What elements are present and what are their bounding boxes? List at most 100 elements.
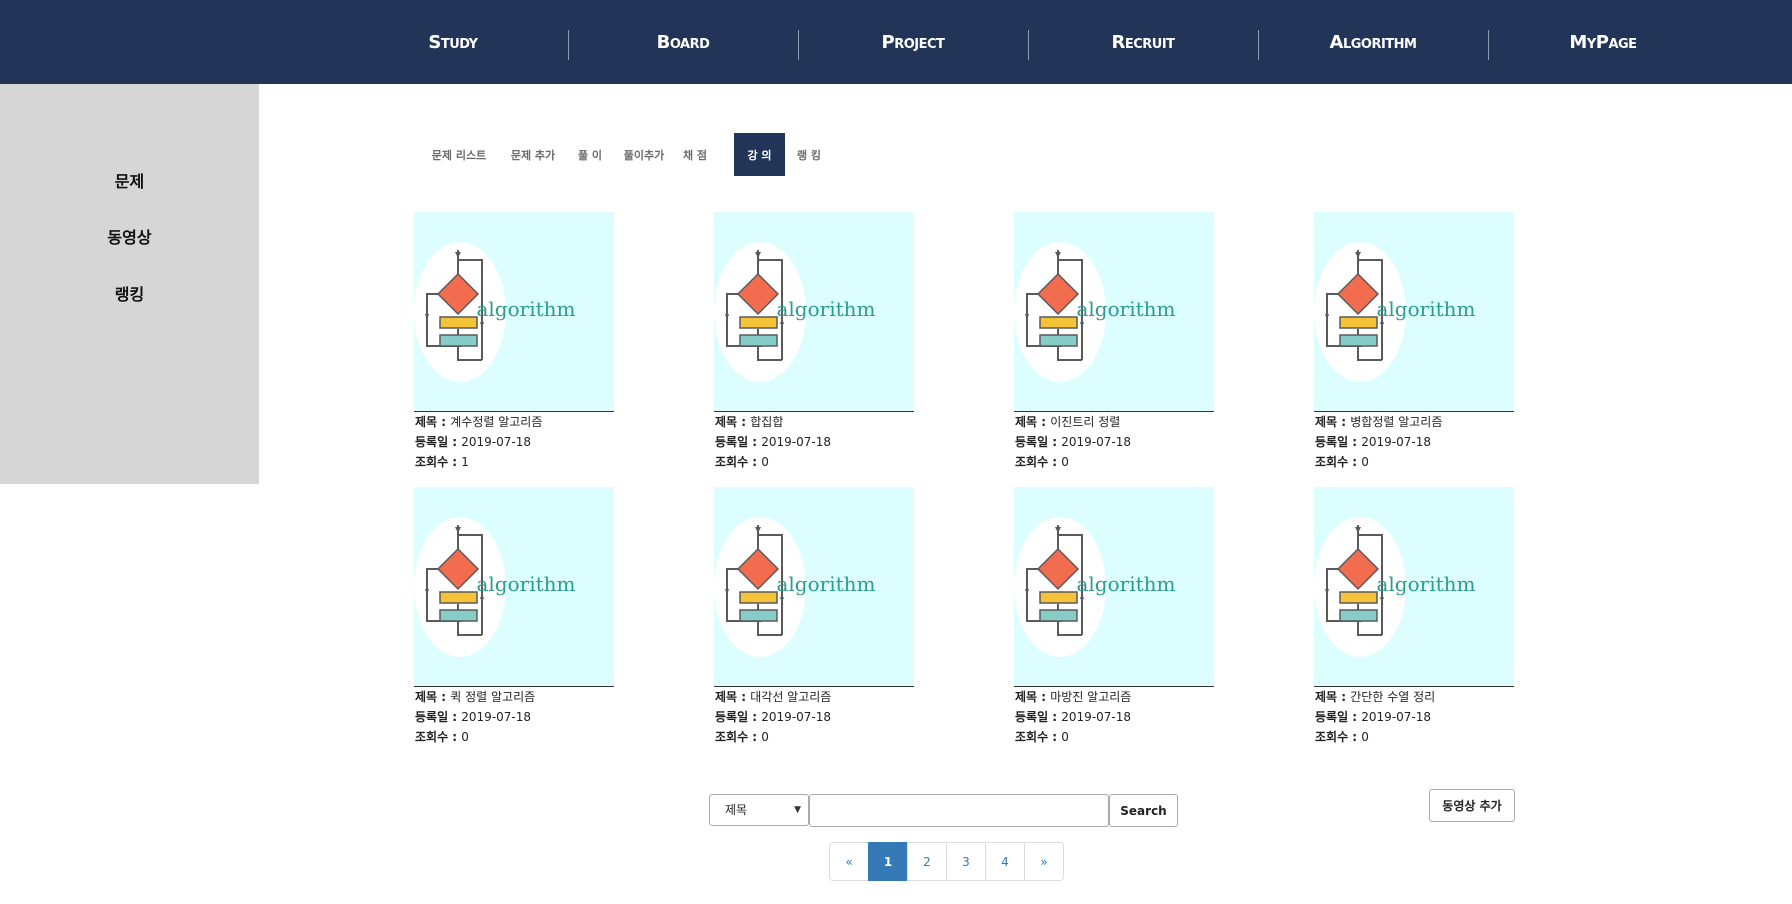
lecture-date-line: 등록일 : 2019-07-18 [714,707,916,727]
date-label: 등록일 : [1315,710,1362,724]
title-label: 제목 : [415,690,451,704]
left-sidebar: 문제 동영상 랭킹 [0,84,259,484]
pagination-page[interactable]: 4 [985,842,1025,881]
lecture-date-line: 등록일 : 2019-07-18 [414,707,616,727]
pagination-page[interactable]: 2 [907,842,947,881]
nav-item-mypage[interactable]: MyPage [1488,0,1718,84]
views-label: 조회수 : [1015,455,1062,469]
lecture-title-line: 제목 : 마방진 알고리즘 [1014,687,1216,707]
lecture-date: 2019-07-18 [1361,710,1432,724]
lecture-views: 0 [1061,455,1069,469]
lecture-card[interactable]: algorithm 제목 : 병합정렬 알고리즘 등록일 : 2019-07-1… [1314,212,1516,472]
title-label: 제목 : [415,415,451,429]
lecture-card[interactable]: algorithm 제목 : 합집합 등록일 : 2019-07-18 조회수 … [714,212,916,472]
lecture-card[interactable]: algorithm 제목 : 간단한 수열 정리 등록일 : 2019-07-1… [1314,487,1516,747]
title-label: 제목 : [1015,690,1051,704]
lecture-views: 1 [461,455,469,469]
algorithm-illustration: algorithm [714,517,876,657]
lecture-date: 2019-07-18 [461,710,532,724]
lecture-title-line: 제목 : 병합정렬 알고리즘 [1314,412,1516,432]
date-label: 등록일 : [415,435,462,449]
algorithm-illustration: algorithm [414,242,576,382]
title-label: 제목 : [1015,415,1051,429]
lecture-card[interactable]: algorithm 제목 : 퀵 정렬 알고리즘 등록일 : 2019-07-1… [414,487,616,747]
tab-grading[interactable]: 채 점 [678,133,712,176]
pagination-prev[interactable]: « [829,842,869,881]
lecture-views-line: 조회수 : 0 [714,727,916,747]
algorithm-illustration: algorithm [1314,242,1476,382]
lecture-title: 계수정렬 알고리즘 [450,415,543,429]
nav-item-project[interactable]: Project [798,0,1028,84]
tab-ranking[interactable]: 랭 킹 [792,133,826,176]
views-label: 조회수 : [1315,455,1362,469]
tab-problem-list[interactable]: 문제 리스트 [422,133,496,176]
lecture-card[interactable]: algorithm 제목 : 마방진 알고리즘 등록일 : 2019-07-18… [1014,487,1216,747]
algorithm-text: algorithm [1376,572,1475,596]
search-field-select[interactable]: 제목 ▼ [709,794,809,826]
lecture-thumbnail[interactable]: algorithm [714,487,914,687]
tab-solutions[interactable]: 풀 이 [570,133,610,176]
lecture-card[interactable]: algorithm 제목 : 이진트리 정렬 등록일 : 2019-07-18 … [1014,212,1216,472]
chevron-down-icon: ▼ [794,805,801,815]
title-label: 제목 : [1315,415,1351,429]
lecture-title-line: 제목 : 합집합 [714,412,916,432]
pagination: « 1 2 3 4 » [829,842,1064,881]
lecture-title-line: 제목 : 계수정렬 알고리즘 [414,412,616,432]
lecture-date-line: 등록일 : 2019-07-18 [1014,432,1216,452]
lecture-thumbnail[interactable]: algorithm [714,212,914,412]
lecture-date: 2019-07-18 [761,435,832,449]
pagination-page[interactable]: 3 [946,842,986,881]
sidebar-item-ranking[interactable]: 랭킹 [0,281,259,305]
pagination-page[interactable]: 1 [868,842,908,881]
lecture-date: 2019-07-18 [461,435,532,449]
lecture-views: 0 [1361,730,1369,744]
lecture-title: 대각선 알고리즘 [750,690,832,704]
add-video-button[interactable]: 동영상 추가 [1429,789,1515,822]
algorithm-illustration: algorithm [714,242,876,382]
lecture-thumbnail[interactable]: algorithm [1314,487,1514,687]
nav-item-study[interactable]: Study [338,0,568,84]
search-button[interactable]: Search [1109,794,1178,827]
algorithm-illustration: algorithm [1314,517,1476,657]
lecture-views-line: 조회수 : 1 [414,452,616,472]
sidebar-item-videos[interactable]: 동영상 [0,224,259,248]
title-label: 제목 : [715,415,751,429]
lecture-card[interactable]: algorithm 제목 : 대각선 알고리즘 등록일 : 2019-07-18… [714,487,916,747]
lecture-title: 간단한 수열 정리 [1350,690,1436,704]
title-label: 제목 : [715,690,751,704]
views-label: 조회수 : [715,730,762,744]
top-navigation-bar: Study Board Project Recruit Algorithm My… [0,0,1792,84]
lecture-title: 퀵 정렬 알고리즘 [450,690,536,704]
algorithm-text: algorithm [1376,297,1475,321]
lecture-title-line: 제목 : 대각선 알고리즘 [714,687,916,707]
date-label: 등록일 : [1015,710,1062,724]
algorithm-text: algorithm [476,297,575,321]
tab-add-problem[interactable]: 문제 추가 [504,133,562,176]
views-label: 조회수 : [1015,730,1062,744]
algorithm-illustration: algorithm [414,517,576,657]
lecture-thumbnail[interactable]: algorithm [414,212,614,412]
nav-item-algorithm[interactable]: Algorithm [1258,0,1488,84]
sidebar-item-problems[interactable]: 문제 [0,168,259,192]
search-input[interactable] [809,794,1109,827]
lecture-title: 이진트리 정렬 [1050,415,1121,429]
lecture-title: 마방진 알고리즘 [1050,690,1132,704]
lecture-title-line: 제목 : 이진트리 정렬 [1014,412,1216,432]
lecture-thumbnail[interactable]: algorithm [1014,487,1214,687]
date-label: 등록일 : [1315,435,1362,449]
lecture-thumbnail[interactable]: algorithm [1014,212,1214,412]
lecture-date-line: 등록일 : 2019-07-18 [414,432,616,452]
tab-add-solution[interactable]: 풀이추가 [618,133,670,176]
search-field-value: 제목 [725,803,748,817]
lecture-title: 합집합 [750,415,784,429]
lecture-card[interactable]: algorithm 제목 : 계수정렬 알고리즘 등록일 : 2019-07-1… [414,212,616,472]
algorithm-text: algorithm [776,572,875,596]
tab-lectures[interactable]: 강 의 [734,133,785,176]
pagination-next[interactable]: » [1024,842,1064,881]
views-label: 조회수 : [715,455,762,469]
lecture-views: 0 [761,730,769,744]
lecture-thumbnail[interactable]: algorithm [1314,212,1514,412]
nav-item-recruit[interactable]: Recruit [1028,0,1258,84]
nav-item-board[interactable]: Board [568,0,798,84]
lecture-thumbnail[interactable]: algorithm [414,487,614,687]
